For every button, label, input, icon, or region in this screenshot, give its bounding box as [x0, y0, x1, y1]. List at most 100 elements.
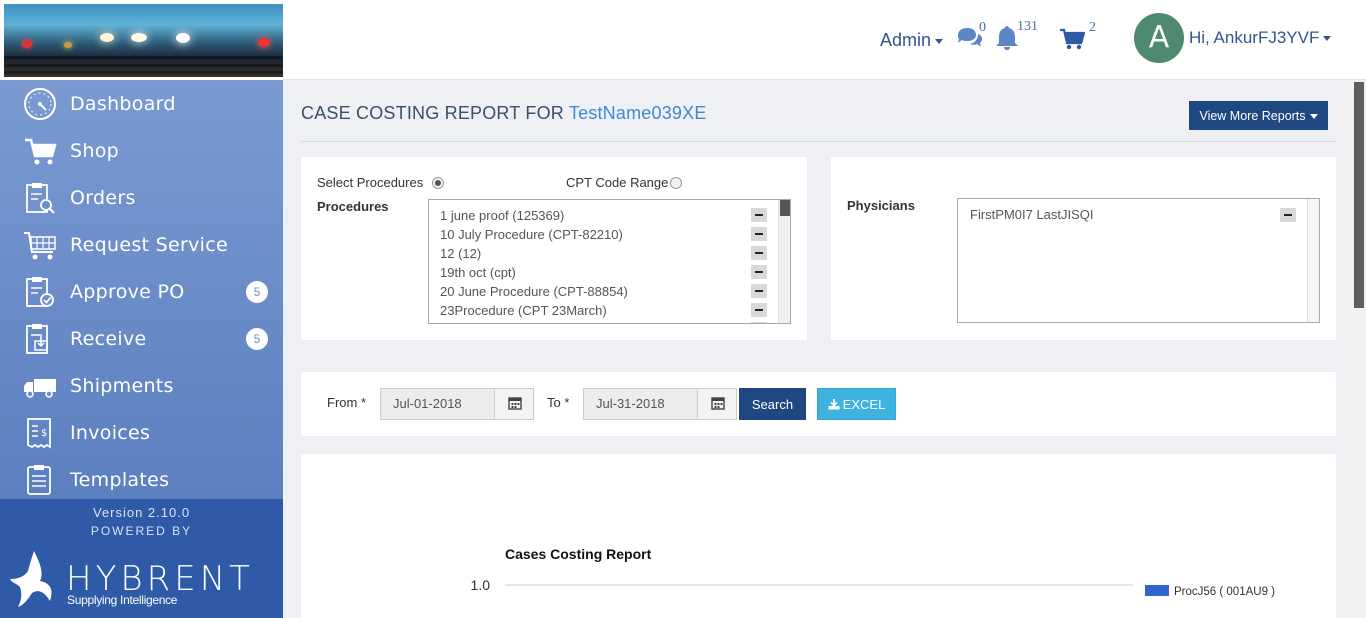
download-icon [828, 398, 840, 409]
clipboard-check-icon [26, 277, 54, 307]
excel-label: EXCEL [842, 396, 886, 412]
view-more-reports-label: View More Reports [1199, 108, 1306, 123]
nav-label: Orders [70, 187, 136, 209]
list-item[interactable]: 23Procedure (CPT 23March) [440, 303, 607, 318]
shopping-cart-icon [25, 138, 57, 165]
nav-label: Templates [70, 469, 170, 491]
list-item[interactable]: 1 june proof (125369) [440, 208, 564, 223]
calendar-icon [711, 397, 725, 410]
list-item[interactable]: 20 June Procedure (CPT-88854) [440, 284, 628, 299]
procedures-panel: Select Procedures CPT Code Range Procedu… [301, 157, 807, 340]
remove-procedure-button[interactable] [751, 303, 767, 317]
to-calendar-button[interactable] [697, 388, 737, 420]
from-calendar-button[interactable] [494, 388, 534, 420]
nav-item-invoices[interactable]: $ Invoices [0, 409, 283, 456]
page-title-name: TestName039XE [568, 103, 707, 123]
hybrent-tagline: Supplying Intelligence [67, 593, 178, 607]
avatar[interactable]: A [1134, 13, 1184, 63]
title-divider [301, 141, 1336, 142]
procedures-listbox[interactable]: 1 june proof (125369) 10 July Procedure … [428, 199, 791, 324]
remove-procedure-button[interactable] [751, 265, 767, 279]
view-more-reports-button[interactable]: View More Reports [1189, 101, 1328, 130]
company-banner-image [4, 4, 283, 77]
powered-by-text: POWERED BY [90, 524, 193, 538]
chart-panel: Cases Costing Report 1.0 ProcJ56 ( 001AU9… [301, 454, 1336, 618]
physicians-listbox[interactable]: FirstPM0I7 LastJISQI [957, 198, 1320, 323]
user-dropdown[interactable]: Hi, AnkurFJ3YVF [1189, 28, 1332, 48]
remove-procedure-button[interactable] [751, 322, 767, 323]
y-tick-label: 1.0 [471, 577, 491, 593]
nav-item-templates[interactable]: Templates [0, 456, 283, 503]
scroll-thumb[interactable] [780, 200, 790, 216]
cart-icon[interactable] [1059, 27, 1085, 51]
physicians-label: Physicians [847, 198, 915, 213]
legend-swatch [1145, 585, 1169, 596]
remove-procedure-button[interactable] [751, 284, 767, 298]
page-scrollbar[interactable] [1352, 80, 1366, 618]
physicians-scrollbar[interactable] [1307, 199, 1319, 322]
sidebar-footer: Version 2.10.0 POWERED BY HYBRENT Supply… [0, 499, 283, 618]
clipboard-list-icon [27, 465, 51, 495]
nav-label: Dashboard [70, 93, 176, 115]
procedures-label: Procedures [317, 199, 389, 214]
nav-item-orders[interactable]: Orders [0, 174, 283, 221]
nav-item-request-service[interactable]: Request Service [0, 221, 283, 268]
nav-label: Shipments [70, 375, 174, 397]
search-button[interactable]: Search [739, 388, 806, 420]
clipboard-search-icon [26, 183, 55, 214]
cpt-range-radio[interactable] [670, 177, 682, 189]
nav-label: Invoices [70, 422, 151, 444]
hybrent-logo-icon [10, 551, 52, 607]
nav-label: Receive [70, 328, 147, 350]
remove-procedure-button[interactable] [751, 208, 767, 222]
page-title-prefix: CASE COSTING REPORT FOR [301, 103, 564, 123]
remove-procedure-button[interactable] [751, 227, 767, 241]
truck-icon [24, 379, 56, 398]
admin-dropdown[interactable]: Admin [880, 30, 944, 51]
approve-po-count-badge: 5 [246, 281, 268, 303]
sidebar: Dashboard Shop Orders Request Service Ap… [0, 0, 283, 618]
page-scroll-thumb[interactable] [1354, 82, 1364, 308]
list-item[interactable]: 12 (12) [440, 246, 481, 261]
nav-item-dashboard[interactable]: Dashboard [0, 80, 283, 127]
receive-count-badge: 5 [246, 328, 268, 350]
list-item[interactable]: 19th oct (cpt) [440, 265, 516, 280]
user-greeting: Hi, AnkurFJ3YVF [1189, 28, 1320, 47]
dashboard-gauge-icon [24, 88, 56, 120]
nav-item-shipments[interactable]: Shipments [0, 362, 283, 409]
nav-label: Request Service [70, 234, 228, 256]
clipboard-download-icon [26, 324, 48, 354]
top-header: Admin 0 131 2 A Hi, AnkurFJ3YVF [283, 0, 1366, 80]
from-label: From * [327, 395, 366, 410]
cpt-range-label: CPT Code Range [566, 175, 669, 190]
svg-text:$: $ [41, 428, 47, 439]
remove-procedure-button[interactable] [751, 246, 767, 260]
page-title: CASE COSTING REPORT FOR TestName039XE [301, 103, 707, 124]
chevron-down-icon [935, 38, 944, 44]
chevron-down-icon [1309, 113, 1318, 119]
from-date-input[interactable]: Jul-01-2018 [380, 388, 495, 420]
cart-grid-icon [24, 232, 56, 260]
main-nav: Dashboard Shop Orders Request Service Ap… [0, 80, 283, 499]
notifications-count: 131 [1017, 19, 1038, 34]
nav-item-receive[interactable]: Receive 5 [0, 315, 283, 362]
cart-count: 2 [1089, 20, 1096, 35]
to-date-input[interactable]: Jul-31-2018 [583, 388, 698, 420]
nav-label: Approve PO [70, 281, 185, 303]
version-text: Version 2.10.0 [92, 505, 191, 520]
messages-count: 0 [979, 20, 986, 35]
cases-costing-chart: 1.0 ProcJ56 ( 001AU9 ) [471, 577, 1276, 598]
nav-label: Shop [70, 140, 119, 162]
procedures-scrollbar[interactable] [778, 200, 790, 323]
legend-entry: ProcJ56 ( 001AU9 ) [1174, 586, 1275, 598]
select-procedures-radio[interactable] [432, 177, 444, 189]
nav-item-shop[interactable]: Shop [0, 127, 283, 174]
list-item[interactable]: FirstPM0I7 LastJISQI [970, 207, 1094, 222]
excel-export-button[interactable]: EXCEL [817, 388, 896, 420]
physicians-panel: Physicians FirstPM0I7 LastJISQI [831, 157, 1336, 340]
nav-item-approve-po[interactable]: Approve PO 5 [0, 268, 283, 315]
list-item[interactable]: 10 July Procedure (CPT-82210) [440, 227, 623, 242]
remove-physician-button[interactable] [1280, 208, 1296, 222]
admin-label: Admin [880, 30, 932, 50]
to-label: To * [547, 395, 570, 410]
